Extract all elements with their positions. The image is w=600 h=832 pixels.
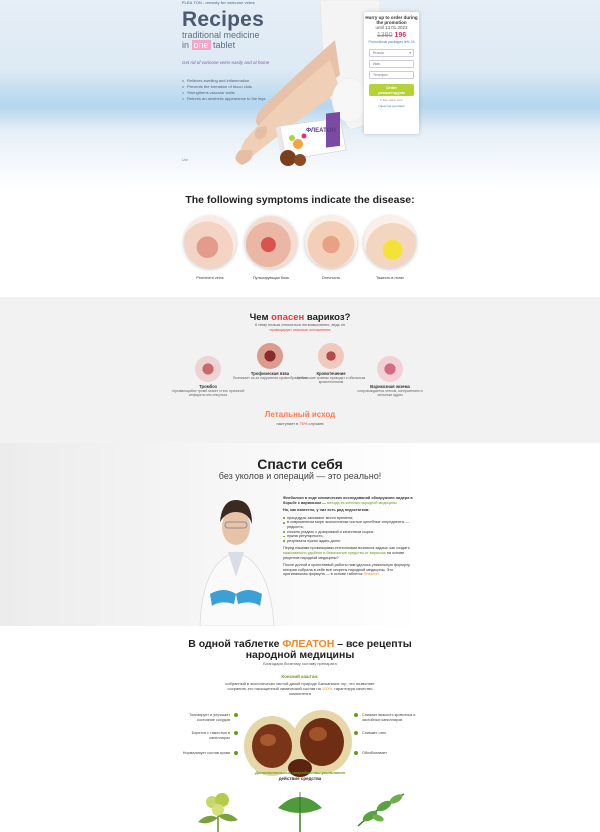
additional-ingredients-2: действие средства: [278, 776, 322, 781]
benefit-left: Тонизирует и улучшает состояние сосудов: [175, 713, 238, 722]
benefit-left-text: Тонизирует и улучшает состояние сосудов: [189, 713, 230, 722]
save-p4-pre: После долгой и кропотливой работы нам уд…: [283, 563, 411, 577]
promo-left: Promotional packages left: 16: [368, 40, 415, 44]
list-item: в современном мире экологически чистые ц…: [283, 520, 418, 529]
danger-card: Варикозная экзема сопровождается отеком,…: [353, 356, 427, 397]
symptom-label: Тяжесть в ногах: [375, 276, 405, 280]
benefit-left-text: Борется с тяжестью в капиллярах: [191, 731, 230, 740]
danger-image: [257, 343, 283, 369]
benefit-right: Снижает вязкость кровотока и застойных к…: [354, 713, 417, 722]
danger-card-text: отрывающийся тромб может стать причиной …: [171, 389, 245, 398]
benefit-right: Снимает отек: [354, 731, 417, 736]
save-p2: Но, как известно, у них есть ряд недоста…: [283, 508, 370, 513]
danger-card-text: сопровождается отеком, шелушением и силь…: [357, 389, 423, 398]
ingredient-pct: 100%: [321, 686, 333, 691]
danger-image: [318, 343, 344, 369]
order-until: until 13.01.2023: [375, 25, 408, 30]
product-name: ФЛЕАТОН: [306, 128, 336, 134]
herb-image: [198, 793, 238, 832]
save-subtitle: без уколов и операций — это реально!: [218, 471, 382, 481]
order-button[interactable]: Order рекомендуем: [369, 84, 414, 96]
save-list: процедуры занимают много времени; в совр…: [283, 516, 418, 544]
bullet-dot-icon: [234, 713, 238, 717]
bullet-dot-icon: [354, 713, 358, 717]
danger-image: [377, 356, 403, 382]
danger-image: [195, 356, 221, 382]
name-input[interactable]: Имя: [369, 60, 414, 68]
symptom-card: Prominent veins: [182, 216, 238, 280]
benefit-right: Обезболивает: [354, 751, 417, 756]
danger-title-pre: Чем: [249, 312, 272, 323]
lethal-stat: наступает в 76% случаев: [0, 421, 600, 426]
symptoms-title: The following symptoms indicate the dise…: [185, 194, 415, 206]
lethal-pre: наступает в: [276, 421, 300, 426]
save-p3-hl: максимально удобное и безопасное средств…: [283, 550, 386, 555]
doctor-photo: [199, 500, 275, 626]
benefit-left: Нормализует состав крови: [175, 751, 238, 756]
symptom-label: Отечность: [321, 276, 341, 280]
danger-subtitle: К нему нельзя относиться легкомысленно, …: [0, 323, 600, 333]
new-price: 196: [394, 32, 407, 39]
ingredient-text: собранный в экологически чистой дикой пр…: [220, 681, 380, 696]
additional-ingredients: Дополнительные ингредиенты усиливают: [254, 770, 346, 775]
bullet-dot-icon: [234, 751, 238, 755]
old-price: 1390: [376, 32, 393, 39]
country-select[interactable]: Russia ▾: [369, 49, 414, 57]
benefit-left: Борется с тяжестью в капиллярах: [175, 731, 238, 740]
recipes-title: В одной таблетке ФЛЕАТОН – все рецепты н…: [0, 639, 600, 661]
benefit-left-text: Нормализует состав крови: [182, 751, 230, 755]
symptom-label: Пульсирующая боль: [252, 276, 290, 280]
benefit-right-text: Снижает вязкость кровотока и застойных к…: [362, 713, 416, 722]
symptom-card: Пульсирующая боль: [243, 216, 299, 280]
order-hurry: Hurry up to order during the promotion: [365, 15, 418, 25]
danger-title-red: опасен: [271, 312, 305, 323]
list-item: результата нужно ждать долго: [283, 539, 418, 544]
order-price: 1390 196: [364, 32, 419, 39]
symptom-card: Отечность: [303, 216, 359, 280]
recipes-title-line2: народной медицины: [245, 649, 355, 661]
phone-input[interactable]: Телефон: [369, 71, 414, 79]
danger-sub-2: провоцирует опасные осложнения: [269, 328, 331, 332]
chevron-down-icon: ▾: [409, 51, 411, 55]
bullet-dot-icon: [354, 731, 358, 735]
benefit-right-text: Обезболивает: [362, 751, 388, 755]
save-p1-hl: метода из копилки народной медицины: [326, 500, 397, 505]
save-p4: После долгой и кропотливой работы нам уд…: [283, 563, 418, 577]
benefit-right-text: Снимает отек: [362, 731, 386, 735]
danger-title: Чем опасен варикоз?: [0, 312, 600, 323]
order-form: Hurry up to order during the promotion u…: [364, 12, 419, 134]
country-value: Russia: [373, 51, 384, 55]
save-p4-hl: Флеатон: [363, 572, 379, 577]
bullet-dot-icon: [234, 731, 238, 735]
recipes-subtitle: Благодаря богатому составу препарата: [263, 661, 337, 666]
save-p3: Перед нашими провизорами-технологами воз…: [283, 546, 418, 560]
lethal-title: Летальный исход: [264, 410, 336, 419]
symptom-label: Prominent veins: [196, 276, 224, 280]
danger-title-post: варикоз?: [304, 312, 351, 323]
save-p1: Флебологи в ходе клинических исследовани…: [283, 496, 418, 505]
save-text: Флебологи в ходе клинических исследовани…: [283, 493, 418, 577]
hero-subtitle-pre: in: [182, 40, 192, 50]
product-box: ФЛЕАТОН: [276, 112, 347, 166]
symptom-image: [184, 216, 236, 268]
delivery-guarantee: Гарантия доставки: [378, 104, 405, 108]
symptom-image: [245, 216, 297, 268]
symptom-image: [305, 216, 357, 268]
bullet-dot-icon: [354, 751, 358, 755]
order-button-sub: рекомендуем: [378, 90, 405, 95]
chestnut-image: [244, 710, 352, 777]
order-footer: У вас сразу есть: [380, 98, 403, 102]
save-p3-pre: Перед нашими провизорами-технологами воз…: [283, 546, 410, 551]
lethal-post: случаев: [307, 421, 324, 426]
herb-image: [357, 793, 405, 827]
hero-subtitle-highlight: one: [191, 40, 211, 50]
ingredient-title: Конский каштан:: [281, 674, 319, 679]
save-title: Спасти себя: [257, 456, 343, 472]
hero-note: Use: [182, 158, 189, 162]
symptom-image: [364, 216, 416, 268]
symptom-card: Тяжесть в ногах: [362, 216, 418, 280]
herb-image: [278, 792, 322, 832]
